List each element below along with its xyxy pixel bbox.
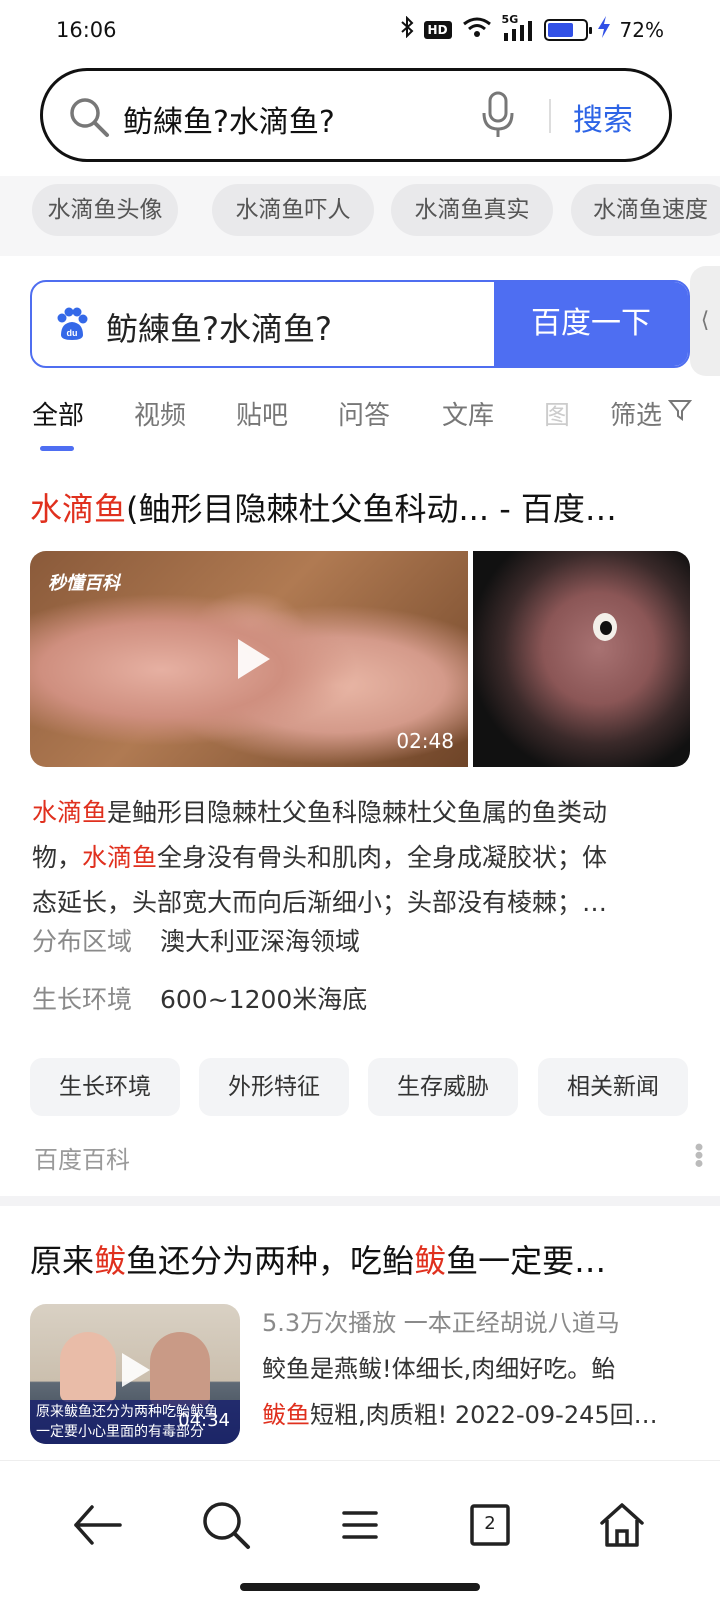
- result-source[interactable]: 百度百科: [34, 1140, 130, 1175]
- tabs-icon[interactable]: 2: [460, 1495, 520, 1555]
- back-arrow-icon[interactable]: [68, 1495, 128, 1555]
- tab-wenku[interactable]: 文库: [442, 395, 494, 432]
- video-thumbnail[interactable]: 秒懂百科 02:48: [30, 551, 468, 767]
- person-figure: [60, 1332, 116, 1402]
- search-button[interactable]: 搜索: [573, 95, 633, 139]
- title-text: (鲉形目隐棘杜父鱼科动... - 百度…: [126, 490, 617, 528]
- battery-percent: 72%: [619, 17, 664, 42]
- play-icon[interactable]: [110, 1348, 154, 1392]
- snippet-text: 短粗,肉质粗! 2022-09-245回…: [310, 1401, 658, 1429]
- svg-text:du: du: [67, 328, 78, 338]
- side-collapse-tab[interactable]: ⟨: [690, 266, 720, 376]
- status-time: 16:06: [56, 18, 117, 42]
- snippet-text: 鲛鱼是燕鲅!体细长,肉细好吃。鲐: [262, 1355, 616, 1383]
- filter-icon: [667, 398, 693, 429]
- suggestion-chip[interactable]: 水滴鱼真实: [391, 184, 553, 236]
- desc-highlight: 水滴鱼: [32, 798, 108, 827]
- tab-video[interactable]: 视频: [134, 395, 186, 432]
- result-separator: [0, 1196, 720, 1206]
- fact-row-habitat: 生长环境 600~1200米海底: [32, 980, 367, 1016]
- tab-qa[interactable]: 问答: [338, 395, 390, 432]
- search-input[interactable]: 鲂練鱼?水滴鱼?: [123, 97, 335, 141]
- desc-text: 全身没有骨头和肌肉，全身成凝胶状；体: [157, 843, 608, 872]
- snippet-meta: 5.3万次播放 一本正经胡说八道马: [262, 1309, 620, 1337]
- battery-icon: [543, 18, 592, 41]
- tab-tieba[interactable]: 贴吧: [236, 395, 288, 432]
- fact-value: 600~1200米海底: [160, 985, 368, 1014]
- suggestion-chip[interactable]: 水滴鱼头像: [32, 184, 178, 236]
- fact-row-distribution: 分布区域 澳大利亚深海领域: [32, 922, 360, 958]
- blobfish-image[interactable]: [473, 551, 690, 767]
- more-options-icon[interactable]: •••: [684, 1140, 712, 1164]
- tab-all[interactable]: 全部: [32, 395, 84, 432]
- title-highlight: 水滴鱼: [30, 490, 127, 528]
- microphone-icon[interactable]: [481, 91, 515, 143]
- status-icons: HD 5G 72%: [400, 13, 664, 43]
- bottom-navigation: 2: [0, 1460, 720, 1605]
- result-title[interactable]: 水滴鱼(鲉形目隐棘杜父鱼科动... - 百度…: [30, 484, 690, 530]
- bluetooth-icon: [400, 15, 414, 43]
- person-figure: [150, 1332, 210, 1406]
- menu-icon[interactable]: [330, 1495, 390, 1555]
- home-icon[interactable]: [592, 1495, 652, 1555]
- status-bar: 16:06 HD 5G 72%: [0, 0, 720, 62]
- title-text: 鱼一定要…: [446, 1242, 607, 1280]
- desc-text: 态延长，头部宽大而向后渐细小；头部没有棱棘；…: [32, 888, 608, 917]
- desc-highlight: 水滴鱼: [82, 843, 158, 872]
- desc-text: 物，: [32, 843, 83, 872]
- video-brand: 秒懂百科: [48, 573, 120, 594]
- home-indicator[interactable]: [240, 1583, 480, 1591]
- filter-button[interactable]: 筛选: [610, 395, 693, 432]
- search-icon[interactable]: [196, 1495, 256, 1555]
- video-thumbnail-2[interactable]: 原来鲅鱼还分为两种吃鲐鲅鱼 一定要小心里面的有毒部分 04:34: [30, 1304, 240, 1444]
- play-icon[interactable]: [224, 633, 276, 685]
- suggestion-chip[interactable]: 水滴鱼速度: [571, 184, 720, 236]
- suggestion-chips: 水滴鱼头像 水滴鱼吓人 水滴鱼真实 水滴鱼速度: [0, 176, 720, 256]
- tab-count: 2: [484, 1513, 496, 1534]
- baidu-search-input[interactable]: 鲂練鱼?水滴鱼?: [106, 304, 332, 350]
- active-tab-indicator: [40, 446, 74, 451]
- hd-badge: HD: [423, 20, 452, 39]
- tab-image[interactable]: 图: [544, 395, 570, 432]
- filter-label: 筛选: [610, 401, 663, 431]
- chevron-left-icon: ⟨: [700, 308, 710, 333]
- result-description: 水滴鱼是鲉形目隐棘杜父鱼科隐棘杜父鱼属的鱼类动 物，水滴鱼全身没有骨头和肌肉，全…: [32, 790, 688, 925]
- fish-eye: [593, 613, 617, 641]
- baidu-search-button[interactable]: 百度一下: [494, 282, 688, 366]
- fact-value: 澳大利亚深海领域: [160, 927, 361, 956]
- baidu-search-box[interactable]: du 鲂練鱼?水滴鱼? 百度一下: [30, 280, 690, 368]
- title-text: 鱼还分为两种，吃鲐: [126, 1242, 415, 1280]
- wifi-icon: [462, 16, 492, 43]
- quick-link-habitat[interactable]: 生长环境: [30, 1058, 180, 1116]
- title-highlight: 鲅: [94, 1242, 127, 1280]
- quick-link-appearance[interactable]: 外形特征: [199, 1058, 349, 1116]
- baidu-paw-icon: du: [54, 306, 90, 346]
- cellular-signal-icon: 5G: [502, 13, 534, 43]
- title-highlight: 鲅: [414, 1242, 447, 1280]
- top-search-bar[interactable]: 鲂練鱼?水滴鱼? 搜索: [40, 68, 672, 162]
- result-snippet-2: 5.3万次播放 一本正经胡说八道马 鲛鱼是燕鲅!体细长,肉细好吃。鲐 鲅鱼短粗,…: [262, 1300, 692, 1438]
- quick-link-news[interactable]: 相关新闻: [538, 1058, 688, 1116]
- result-title-2[interactable]: 原来鲅鱼还分为两种，吃鲐鲅鱼一定要…: [30, 1236, 690, 1282]
- divider: [549, 99, 551, 133]
- charging-icon: [597, 16, 610, 43]
- video-duration: 02:48: [396, 729, 454, 753]
- title-text: 原来: [30, 1242, 95, 1280]
- search-icon: [67, 95, 111, 143]
- quick-link-threats[interactable]: 生存威胁: [368, 1058, 518, 1116]
- fact-key: 生长环境: [32, 985, 133, 1014]
- desc-text: 是鲉形目隐棘杜父鱼科隐棘杜父鱼属的鱼类动: [107, 798, 608, 827]
- fact-key: 分布区域: [32, 927, 133, 956]
- snippet-highlight: 鲅鱼: [262, 1401, 310, 1429]
- result-tabs: 全部 视频 贴吧 问答 文库 图 筛选: [0, 395, 720, 455]
- video-duration: 04:34: [178, 1410, 230, 1431]
- suggestion-chip[interactable]: 水滴鱼吓人: [212, 184, 374, 236]
